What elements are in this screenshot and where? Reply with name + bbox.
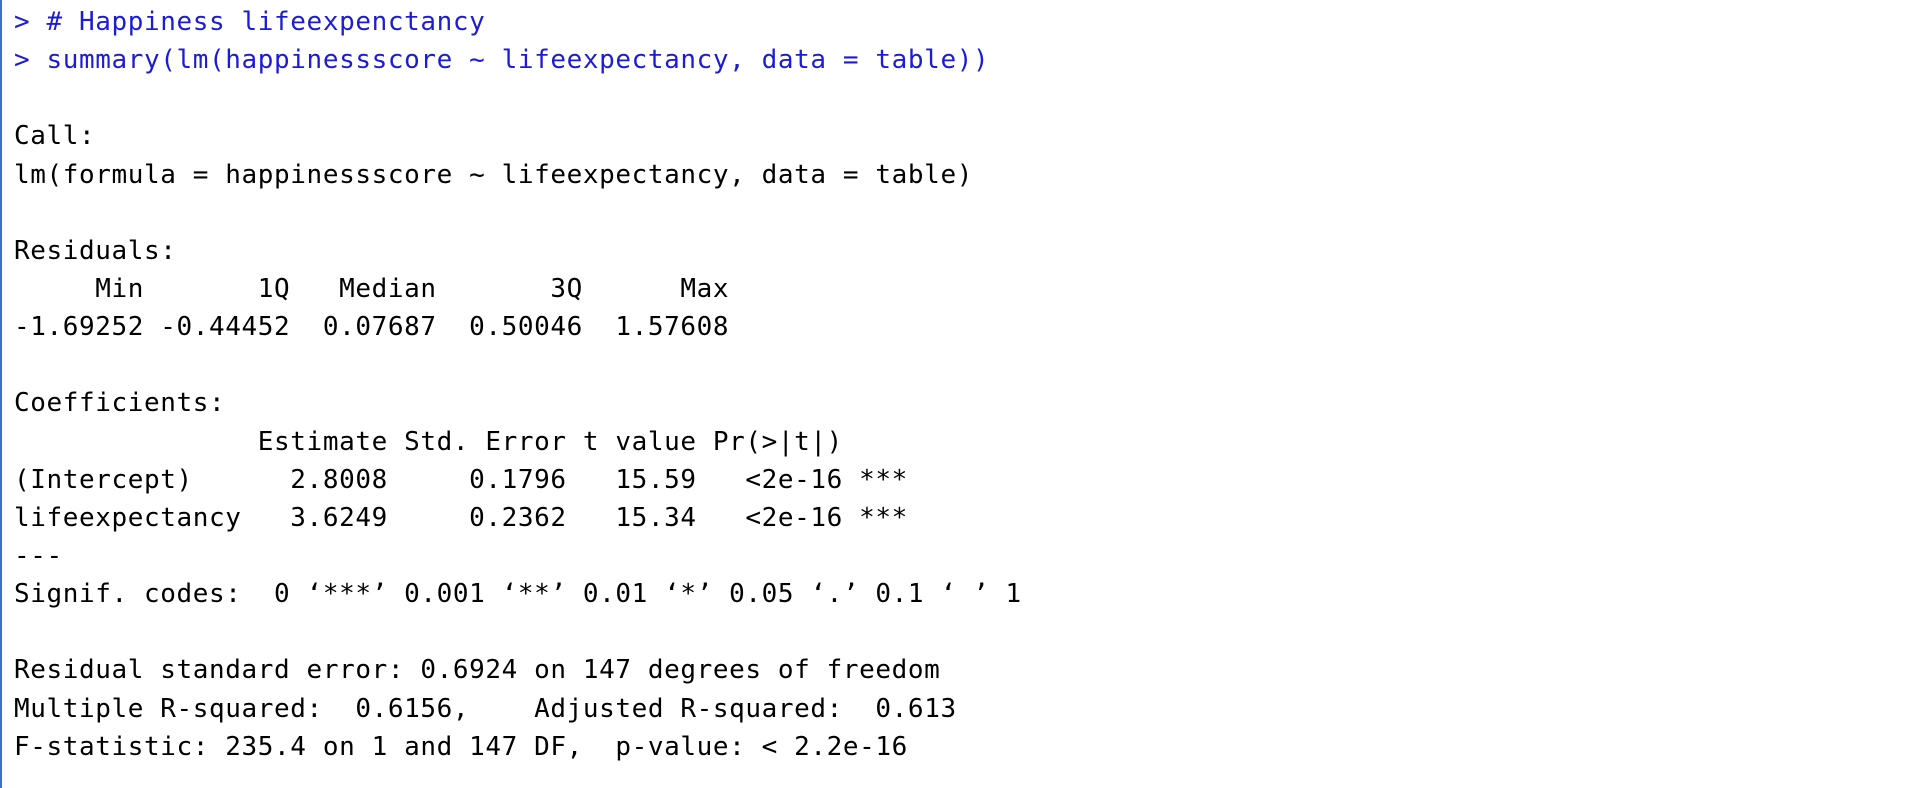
residuals-values: -1.69252 -0.44452 0.07687 0.50046 1.5760…: [14, 312, 746, 343]
console-input-line: > # Happiness lifeexpenctancy: [14, 7, 486, 37]
r-console[interactable]: > # Happiness lifeexpenctancy > summary(…: [0, 0, 1922, 788]
console-output: > # Happiness lifeexpenctancy > summary(…: [14, 3, 1922, 766]
coefficients-column-headers: Estimate Std. Error t value Pr(>|t|): [14, 426, 908, 457]
residuals-header: Residuals:: [14, 235, 177, 266]
call-text: lm(formula = happinessscore ~ lifeexpect…: [14, 159, 973, 190]
separator-line: ---: [14, 540, 63, 571]
coefficients-row: (Intercept) 2.8008 0.1796 15.59 <2e-16 *…: [14, 464, 908, 495]
coefficients-row: lifeexpectancy 3.6249 0.2362 15.34 <2e-1…: [14, 502, 908, 533]
signif-codes: Signif. codes: 0 ‘***’ 0.001 ‘**’ 0.01 ‘…: [14, 579, 1022, 610]
coefficients-header: Coefficients:: [14, 388, 226, 419]
r-squared-line: Multiple R-squared: 0.6156, Adjusted R-s…: [14, 693, 973, 724]
call-header: Call:: [14, 121, 96, 152]
residual-standard-error: Residual standard error: 0.6924 on 147 d…: [14, 655, 941, 686]
console-input-line: > summary(lm(happinessscore ~ lifeexpect…: [14, 45, 990, 76]
f-statistic-line: F-statistic: 235.4 on 1 and 147 DF, p-va…: [14, 731, 908, 762]
residuals-column-headers: Min 1Q Median 3Q Max: [14, 273, 746, 304]
